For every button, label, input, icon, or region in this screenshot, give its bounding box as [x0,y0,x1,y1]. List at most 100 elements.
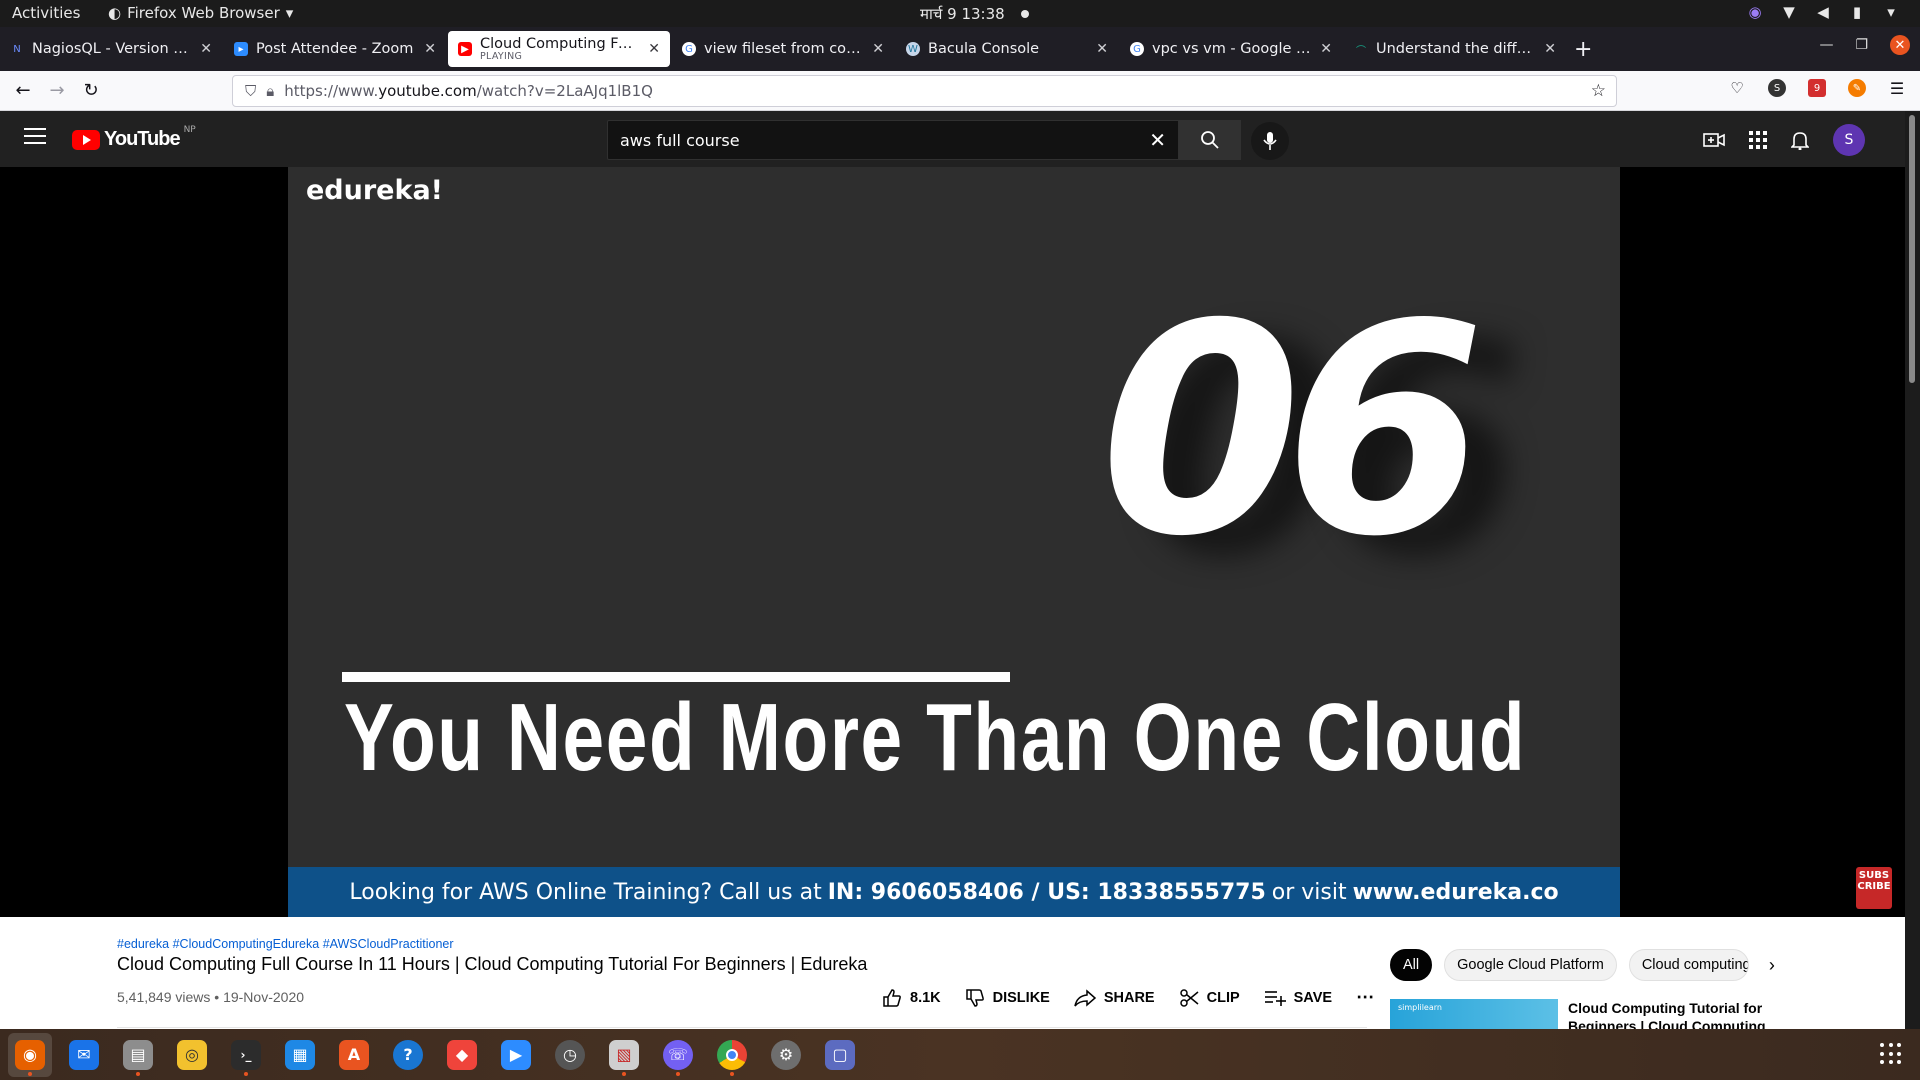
google-icon: G [682,42,696,56]
shield-icon[interactable]: ⛉ [245,82,256,100]
more-actions-icon[interactable]: ⋯ [1356,987,1375,1008]
close-tab-icon[interactable]: ✕ [872,41,884,57]
notifications-bell-icon[interactable] [1791,130,1809,150]
tab-title: Post Attendee - Zoom [256,41,414,57]
battery-icon[interactable]: ▮ [1848,3,1866,21]
youtube-logo[interactable]: YouTube NP [72,125,196,151]
activities-button[interactable]: Activities [12,4,80,22]
show-applications-icon[interactable] [1880,1043,1902,1065]
subscribe-watermark[interactable]: SUBS CRIBE [1856,867,1892,909]
recommended-thumbnail[interactable]: simplilearn [1390,999,1558,1029]
tab-playing-label: PLAYING [480,51,523,62]
chip-cloud-computing[interactable]: Cloud computing [1628,949,1749,981]
like-button[interactable]: 8.1K [882,988,941,1008]
avatar[interactable]: S [1833,124,1865,156]
chevron-right-icon[interactable]: › [1769,955,1775,976]
dock-clock[interactable]: ◷ [548,1033,592,1077]
voice-search-button[interactable] [1251,122,1289,160]
clock-icon: ◷ [555,1039,585,1070]
share-button[interactable]: SHARE [1074,988,1155,1007]
clip-button[interactable]: CLIP [1179,988,1240,1008]
dock-writer[interactable]: ▦ [278,1033,322,1077]
settings-gear-icon: ⚙ [771,1039,801,1070]
close-window-icon[interactable]: ✕ [1890,35,1910,55]
wifi-icon[interactable]: ▼ [1780,3,1798,21]
dock-viber[interactable]: ☏ [656,1033,700,1077]
new-tab-button[interactable]: + [1574,37,1592,62]
bookmark-star-icon[interactable]: ☆ [1591,81,1606,101]
close-tab-icon[interactable]: ✕ [1544,41,1556,57]
tab-nagiosql[interactable]: N NagiosQL - Version 3.2.0 ✕ [0,31,222,67]
video-player[interactable]: edureka! 06 You Need More Than One Cloud… [0,167,1905,917]
url-bar[interactable]: ⛉ 🔒︎ https://www.youtube.com/watch?v=2La… [232,75,1617,107]
video-actions: 8.1K DISLIKE SHARE CLIP SAVE ⋯ [882,987,1375,1008]
tab-zoom[interactable]: ▸ Post Attendee - Zoom ✕ [224,31,446,67]
nagios-icon: N [13,43,21,55]
forward-icon[interactable]: → [40,75,74,107]
chip-google-cloud-platform[interactable]: Google Cloud Platform [1444,949,1617,981]
tab-title: NagiosQL - Version 3.2.0 [32,41,192,57]
page-scrollbar[interactable] [1905,111,1920,1029]
clear-search-icon[interactable]: ✕ [1149,128,1166,152]
scrollbar-thumb[interactable] [1909,115,1915,383]
system-tray[interactable]: ◉ ▼ ◀ ▮ ▾ [1746,3,1900,21]
dock-software[interactable]: A [332,1033,376,1077]
google-icon: G [1130,42,1144,56]
save-button[interactable]: SAVE [1264,989,1332,1007]
dock-anydesk[interactable]: ◆ [440,1033,484,1077]
dock-rhythmbox[interactable]: ◎ [170,1033,214,1077]
dock-firefox[interactable]: ◉ [8,1032,52,1077]
rhythmbox-icon: ◎ [177,1039,207,1070]
tab-youtube-active[interactable]: ▶ Cloud Computing Full Course PLAYING ✕ [448,31,670,67]
recommended-title[interactable]: Cloud Computing Tutorial for Beginners |… [1568,999,1768,1029]
dock-screenshot[interactable]: ▢ [818,1033,862,1077]
dock-thunderbird[interactable]: ✉ [62,1033,106,1077]
close-tab-icon[interactable]: ✕ [424,41,436,57]
zoom-icon: ▸ [234,42,248,56]
dock-settings[interactable]: ⚙ [764,1033,808,1077]
close-tab-icon[interactable]: ✕ [200,41,212,57]
viber-tray-icon[interactable]: ◉ [1746,3,1764,21]
search-button[interactable] [1179,120,1241,160]
restore-icon[interactable]: ❐ [1855,37,1868,53]
close-tab-icon[interactable]: ✕ [1096,41,1108,57]
back-icon[interactable]: ← [6,75,40,107]
hamburger-menu-icon[interactable]: ☰ [1888,79,1906,98]
tab-fileset[interactable]: G view fileset from console ✕ [672,31,894,67]
related-chips: All Google Cloud Platform Cloud computin… [1390,949,1775,981]
clock[interactable]: मार्च 9 13:38 [920,4,1029,24]
apps-grid-icon[interactable] [1749,131,1767,149]
search-input[interactable]: aws full course ✕ [607,120,1179,160]
extension-icon[interactable]: ✎ [1848,79,1866,97]
tab-bacula[interactable]: W Bacula Console ✕ [896,31,1118,67]
dock-document-viewer[interactable]: ▧ [602,1033,646,1077]
tab-vpc-search[interactable]: G vpc vs vm - Google Search ✕ [1120,31,1342,67]
chip-all[interactable]: All [1390,949,1433,981]
tab-understand[interactable]: ⌒ Understand the difference ✕ [1344,31,1566,67]
dock-files[interactable]: ▤ [116,1033,160,1077]
pocket-icon[interactable]: ♡ [1728,79,1746,97]
reload-icon[interactable]: ↻ [74,75,108,107]
tab-strip: N NagiosQL - Version 3.2.0 ✕ ▸ Post Atte… [0,27,1920,71]
hashtags[interactable]: #edureka #CloudComputingEdureka #AWSClou… [117,937,454,951]
guide-menu-icon[interactable] [24,128,46,144]
lock-icon[interactable]: 🔒︎ [266,82,274,100]
app-menu[interactable]: ◐ Firefox Web Browser ▾ [108,4,293,22]
dock-terminal[interactable]: ›_ [224,1033,268,1077]
chrome-icon [717,1039,747,1070]
create-video-icon[interactable] [1703,131,1725,149]
tab-title: Bacula Console [928,41,1040,57]
volume-icon[interactable]: ◀ [1814,3,1832,21]
dislike-button[interactable]: DISLIKE [965,988,1050,1008]
dock-chrome[interactable] [710,1033,754,1077]
video-frame[interactable]: edureka! 06 You Need More Than One Cloud… [288,167,1620,917]
dock-help[interactable]: ? [386,1033,430,1077]
minimize-icon[interactable]: — [1819,37,1833,53]
close-tab-icon[interactable]: ✕ [1320,41,1332,57]
chevron-down-icon[interactable]: ▾ [1882,3,1900,21]
recommended-video[interactable]: simplilearn Cloud Computing Tutorial for… [1390,999,1768,1029]
account-s-icon[interactable]: S [1768,79,1786,97]
close-tab-icon[interactable]: ✕ [648,41,660,57]
adblock-icon[interactable]: 9 [1808,79,1826,97]
dock-zoom[interactable]: ▶ [494,1033,538,1077]
